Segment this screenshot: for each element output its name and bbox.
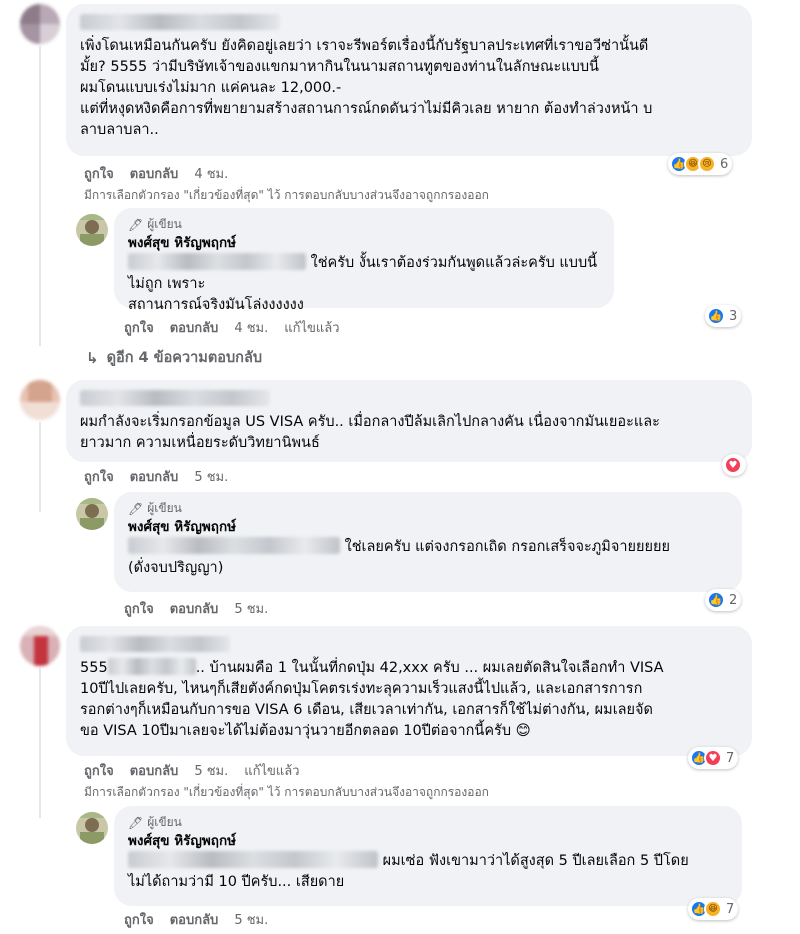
reply-time[interactable]: 4 ชม. (234, 317, 268, 338)
author-avatar[interactable] (76, 214, 108, 246)
reply-button[interactable]: ตอบกลับ (130, 163, 179, 184)
like-button[interactable]: ถูกใจ (124, 909, 154, 930)
thread-line (39, 668, 41, 818)
pen-icon: 🖊 (128, 815, 144, 830)
reaction-summary[interactable]: 👍 ♥ 7 (688, 747, 739, 769)
commenter-name[interactable] (80, 636, 230, 652)
reply-arrow-icon: ↳ (86, 348, 99, 367)
tagged-name[interactable] (128, 253, 306, 270)
comment-actions: ถูกใจ ตอบกลับ 4 ชม. (84, 163, 228, 184)
comment-text: ผมกำลังจะเริ่มกรอกข้อมูล US VISA ครับ.. … (80, 414, 660, 451)
reply-button[interactable]: ตอบกลับ (130, 760, 179, 781)
reply-bubble: 🖊 ผู้เขียน พงศ์สุข หิรัญพฤกษ์ ใช่ครับ งั… (114, 208, 614, 313)
reaction-summary[interactable]: ♥ (722, 454, 746, 476)
like-icon: 👍 (707, 591, 725, 609)
tagged-name[interactable] (128, 851, 378, 868)
comment-actions: ถูกใจ ตอบกลับ 5 ชม. แก้ไขแล้ว (84, 760, 300, 781)
reaction-summary[interactable]: 👍 😆 😢 6 (668, 153, 733, 175)
filter-notice: มีการเลือกตัวกรอง "เกี่ยวข้องที่สุด" ไว้… (84, 785, 489, 799)
author-name[interactable]: พงศ์สุข หิรัญพฤกษ์ (128, 831, 728, 851)
love-icon: ♥ (704, 749, 722, 767)
reply-time[interactable]: 5 ชม. (234, 909, 268, 930)
reply-text: ใช่ครับ งั้นเราต้องร่วมกันพูดแล้วล่ะครับ… (128, 253, 598, 313)
comment-text: 555.. บ้านผมคือ 1 ในนั้นที่กดปุ่ม 42,xxx… (80, 658, 664, 739)
commenter-name[interactable] (80, 390, 270, 406)
commenter-avatar[interactable] (20, 380, 60, 420)
comment-bubble: 555.. บ้านผมคือ 1 ในนั้นที่กดปุ่ม 42,xxx… (66, 626, 752, 756)
author-badge: 🖊 ผู้เขียน (128, 500, 728, 517)
reply-button[interactable]: ตอบกลับ (170, 909, 219, 930)
author-tag-label: ผู้เขียน (147, 217, 182, 231)
comment-actions: ถูกใจ ตอบกลับ 5 ชม. (84, 466, 228, 487)
reply-actions: ถูกใจ ตอบกลับ 5 ชม. (124, 598, 268, 619)
author-avatar[interactable] (76, 498, 108, 530)
filter-notice: มีการเลือกตัวกรอง "เกี่ยวข้องที่สุด" ไว้… (84, 188, 489, 202)
reply-bubble: 🖊 ผู้เขียน พงศ์สุข หิรัญพฤกษ์ ผมเซ่อ ฟัง… (114, 806, 742, 906)
reply-bubble: 🖊 ผู้เขียน พงศ์สุข หิรัญพฤกษ์ ใช่เลยครับ… (114, 492, 742, 592)
reaction-count: 3 (729, 308, 738, 324)
commenter-avatar[interactable] (20, 4, 60, 44)
pen-icon: 🖊 (128, 217, 144, 232)
tagged-name[interactable] (107, 658, 196, 675)
thread-line (39, 422, 41, 512)
love-icon: ♥ (724, 456, 742, 474)
reaction-count: 2 (729, 592, 738, 608)
commenter-avatar[interactable] (20, 626, 60, 666)
sad-icon: 😢 (698, 155, 716, 173)
reply-time[interactable]: 5 ชม. (234, 598, 268, 619)
like-icon: 👍 (707, 307, 725, 325)
edited-label[interactable]: แก้ไขแล้ว (244, 760, 299, 781)
reaction-summary[interactable]: 👍 2 (705, 589, 742, 611)
haha-icon: 😆 (704, 900, 722, 918)
like-button[interactable]: ถูกใจ (84, 163, 114, 184)
author-name[interactable]: พงศ์สุข หิรัญพฤกษ์ (128, 233, 600, 253)
reply-text: ใช่เลยครับ แต่จงกรอกเถิด กรอกเสร็จจะภูมิ… (128, 537, 670, 576)
pen-icon: 🖊 (128, 501, 144, 516)
reply-actions: ถูกใจ ตอบกลับ 5 ชม. (124, 909, 268, 930)
reply-actions: ถูกใจ ตอบกลับ 4 ชม. แก้ไขแล้ว (124, 317, 340, 338)
like-button[interactable]: ถูกใจ (84, 466, 114, 487)
author-tag-label: ผู้เขียน (147, 501, 182, 515)
edited-label[interactable]: แก้ไขแล้ว (284, 317, 339, 338)
reply-button[interactable]: ตอบกลับ (170, 317, 219, 338)
author-badge: 🖊 ผู้เขียน (128, 216, 600, 233)
like-button[interactable]: ถูกใจ (84, 760, 114, 781)
comment-time[interactable]: 4 ชม. (194, 163, 228, 184)
reply-button[interactable]: ตอบกลับ (170, 598, 219, 619)
author-avatar[interactable] (76, 812, 108, 844)
view-more-replies[interactable]: ↳ ดูอีก 4 ข้อความตอบกลับ (86, 346, 262, 369)
author-badge: 🖊 ผู้เขียน (128, 814, 728, 831)
comment-time[interactable]: 5 ชม. (194, 466, 228, 487)
comment-bubble: ผมกำลังจะเริ่มกรอกข้อมูล US VISA ครับ.. … (66, 380, 752, 462)
author-name[interactable]: พงศ์สุข หิรัญพฤกษ์ (128, 517, 728, 537)
tagged-name[interactable] (128, 537, 340, 554)
comment-time[interactable]: 5 ชม. (194, 760, 228, 781)
reaction-count: 6 (720, 156, 729, 172)
reaction-summary[interactable]: 👍 😆 7 (688, 898, 739, 920)
reply-button[interactable]: ตอบกลับ (130, 466, 179, 487)
comment-text: เพิ่งโดนเหมือนกันครับ ยังคิดอยู่เลยว่า เ… (80, 38, 653, 138)
comment-bubble: เพิ่งโดนเหมือนกันครับ ยังคิดอยู่เลยว่า เ… (66, 4, 752, 156)
commenter-name[interactable] (80, 14, 280, 30)
author-tag-label: ผู้เขียน (147, 815, 182, 829)
reply-text: ผมเซ่อ ฟังเขามาว่าได้สูงสุด 5 ปีเลยเลือก… (128, 851, 689, 890)
thread-line (39, 46, 41, 346)
like-button[interactable]: ถูกใจ (124, 598, 154, 619)
smile-emoji: 😊 (515, 723, 531, 739)
reaction-count: 7 (726, 901, 735, 917)
like-button[interactable]: ถูกใจ (124, 317, 154, 338)
reaction-count: 7 (726, 750, 735, 766)
reaction-summary[interactable]: 👍 3 (705, 305, 742, 327)
